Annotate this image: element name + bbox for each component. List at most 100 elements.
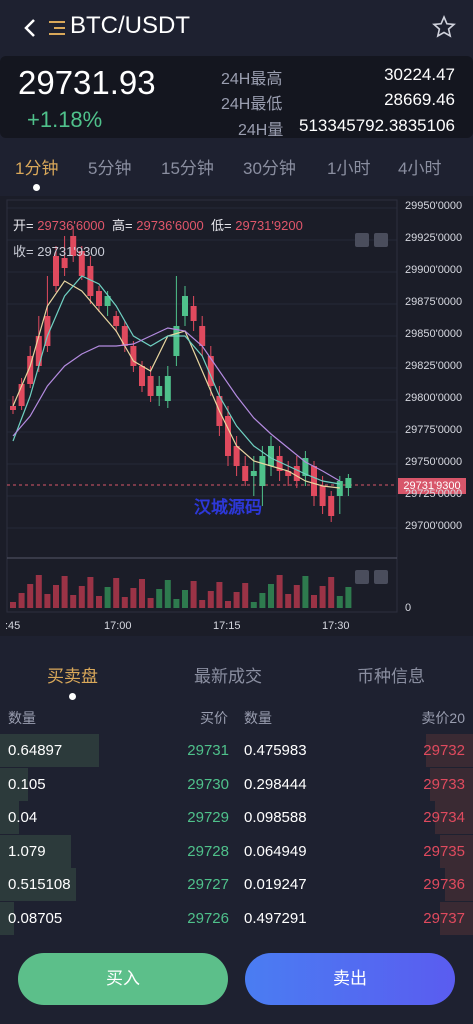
bid-price: 29731 bbox=[187, 742, 229, 759]
order-book-row[interactable]: 0.64897 29731 0.475983 29732 bbox=[0, 734, 473, 767]
volume-collapse-button[interactable] bbox=[355, 570, 369, 584]
tab-latest-trades[interactable]: 最新成交 bbox=[194, 662, 262, 687]
period-4h[interactable]: 4小时 bbox=[398, 154, 441, 179]
order-book-row[interactable]: 1.079 29728 0.064949 29735 bbox=[0, 834, 473, 868]
volume-24h-value: 513345792.3835106 bbox=[299, 116, 455, 135]
ohlc-readout: 开= 29736'6000 高= 29736'6000 低= 29731'920… bbox=[13, 215, 303, 234]
volume-bar bbox=[164, 580, 171, 608]
bid-price: 29729 bbox=[187, 809, 229, 826]
candle-body bbox=[139, 366, 145, 386]
candle-body bbox=[311, 466, 317, 496]
volume-bar bbox=[207, 591, 214, 608]
high-label: 高= bbox=[112, 218, 133, 233]
candle-body bbox=[10, 406, 16, 410]
candle-body bbox=[164, 376, 171, 401]
volume-bar bbox=[156, 589, 163, 608]
volume-bar bbox=[242, 583, 249, 608]
order-book-row[interactable]: 0.04 29729 0.098588 29734 bbox=[0, 801, 473, 834]
period-1m[interactable]: 1分钟 bbox=[15, 154, 58, 179]
volume-expand-button[interactable] bbox=[374, 570, 388, 584]
volume-bar bbox=[268, 584, 274, 608]
candle-body bbox=[113, 316, 120, 326]
volume-zero-tick: 0 bbox=[405, 602, 412, 614]
volume-bar bbox=[44, 594, 51, 608]
volume-bar bbox=[302, 576, 309, 608]
kline-chart[interactable]: 开= 29736'6000 高= 29736'6000 低= 29731'920… bbox=[0, 196, 473, 636]
candle-body bbox=[147, 376, 154, 396]
y-tick: 29825'0000 bbox=[405, 360, 463, 372]
order-book-row[interactable]: 0.105 29730 0.298444 29733 bbox=[0, 767, 473, 801]
close-label: 收= bbox=[13, 244, 34, 259]
low-value: 29731'9200 bbox=[235, 218, 303, 233]
open-value: 29736'6000 bbox=[37, 218, 105, 233]
volume-bar bbox=[328, 577, 335, 608]
y-tick: 29925'0000 bbox=[405, 232, 463, 244]
volume-bar bbox=[190, 581, 197, 608]
candle-body bbox=[156, 386, 163, 396]
period-30m[interactable]: 30分钟 bbox=[243, 154, 296, 179]
y-tick: 29950'0000 bbox=[405, 200, 463, 212]
ask-price: 29735 bbox=[423, 842, 465, 860]
volume-bar bbox=[276, 575, 283, 608]
y-tick: 29875'0000 bbox=[405, 296, 463, 308]
volume-bar bbox=[285, 594, 292, 608]
bid-qty: 0.515108 bbox=[8, 876, 71, 893]
tab-order-book[interactable]: 买卖盘 bbox=[47, 662, 98, 687]
volume-24h-label: 24H量 bbox=[238, 122, 284, 139]
candle-body bbox=[293, 466, 300, 481]
high-24h-value: 30224.47 bbox=[384, 65, 455, 84]
tab-coin-info[interactable]: 币种信息 bbox=[357, 662, 425, 687]
bid-qty: 1.079 bbox=[8, 842, 46, 860]
top-bar: BTC/USDT bbox=[0, 0, 473, 56]
active-period-indicator bbox=[33, 184, 40, 191]
volume-bar bbox=[233, 592, 240, 608]
volume-bar bbox=[121, 597, 128, 608]
chevron-left-icon[interactable] bbox=[18, 14, 42, 42]
buy-button[interactable]: 买入 bbox=[18, 953, 228, 1005]
ask-price: 29733 bbox=[423, 775, 465, 793]
candle-body bbox=[199, 326, 206, 346]
candle-body bbox=[182, 296, 188, 316]
volume-bar bbox=[35, 575, 42, 608]
bid-qty: 0.08705 bbox=[8, 909, 63, 927]
star-outline-icon[interactable] bbox=[431, 14, 457, 40]
volume-bar bbox=[147, 598, 154, 608]
candle-body bbox=[190, 306, 197, 321]
x-tick: :45 bbox=[5, 620, 21, 632]
volume-bar bbox=[113, 578, 120, 608]
detail-tabs: 买卖盘 最新成交 币种信息 bbox=[0, 650, 473, 700]
list-icon[interactable] bbox=[47, 19, 67, 37]
chart-collapse-button[interactable] bbox=[355, 233, 369, 247]
order-book-row[interactable]: 0.515108 29727 0.019247 29736 bbox=[0, 868, 473, 901]
candle-body bbox=[250, 471, 257, 476]
watermark-text: 汉城源码 bbox=[194, 498, 262, 518]
bid-price-header: 买价 bbox=[200, 710, 228, 726]
low-label: 低= bbox=[211, 218, 232, 233]
x-tick: 17:00 bbox=[104, 620, 132, 632]
period-5m[interactable]: 5分钟 bbox=[88, 154, 131, 179]
volume-bar bbox=[78, 586, 85, 608]
chart-expand-button[interactable] bbox=[374, 233, 388, 247]
candle-body bbox=[233, 446, 240, 466]
volume-bar bbox=[18, 593, 25, 608]
candle-body bbox=[259, 456, 266, 486]
volume-bar bbox=[199, 600, 206, 608]
low-24h-value: 28669.46 bbox=[384, 90, 455, 109]
ask-qty: 0.019247 bbox=[244, 876, 307, 893]
last-price: 29731.93 bbox=[18, 64, 156, 101]
volume-bar bbox=[319, 586, 326, 608]
order-book-row[interactable]: 0.08705 29726 0.497291 29737 bbox=[0, 901, 473, 935]
ask-qty: 0.298444 bbox=[244, 775, 307, 793]
volume-bar bbox=[96, 596, 102, 608]
bid-qty-header: 数量 bbox=[8, 710, 36, 726]
open-label: 开= bbox=[13, 218, 34, 233]
volume-bar bbox=[293, 585, 300, 608]
sell-button[interactable]: 卖出 bbox=[245, 953, 455, 1005]
bid-qty: 0.64897 bbox=[8, 742, 63, 759]
y-tick: 29725'0000 bbox=[405, 488, 463, 500]
period-1h[interactable]: 1小时 bbox=[327, 154, 370, 179]
period-15m[interactable]: 15分钟 bbox=[161, 154, 214, 179]
candlestick-chart-canvas bbox=[6, 199, 398, 613]
high-value: 29736'6000 bbox=[136, 218, 204, 233]
y-tick: 29775'0000 bbox=[405, 424, 463, 436]
